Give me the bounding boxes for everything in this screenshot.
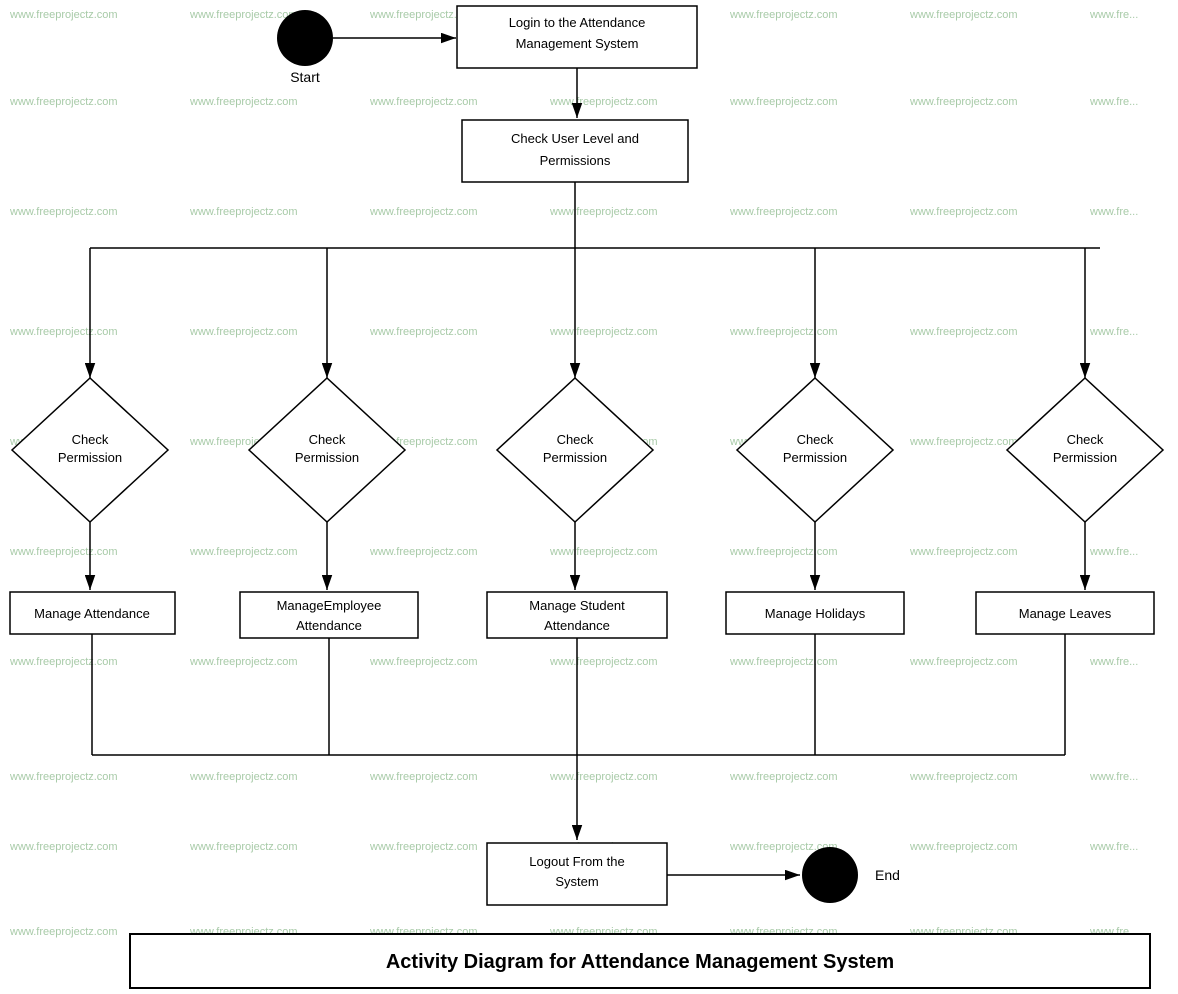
svg-text:www.freeprojectz.com: www.freeprojectz.com xyxy=(909,771,1018,783)
flowchart-svg: www.freeprojectz.com www.freeprojectz.co… xyxy=(0,0,1178,994)
svg-text:www.freeprojectz.com: www.freeprojectz.com xyxy=(909,326,1018,338)
svg-text:www.freeprojectz.com: www.freeprojectz.com xyxy=(909,9,1018,21)
check-user-level-text2: Permissions xyxy=(540,153,611,168)
svg-text:www.freeprojectz.com: www.freeprojectz.com xyxy=(729,771,838,783)
svg-text:www.freeprojectz.com: www.freeprojectz.com xyxy=(9,9,118,21)
diamond5-text2: Permission xyxy=(1053,450,1117,465)
diamond1-text1: Check xyxy=(72,432,109,447)
end-circle xyxy=(802,847,858,903)
svg-text:www.freeprojectz.com: www.freeprojectz.com xyxy=(189,9,298,21)
diamond2-text2: Permission xyxy=(295,450,359,465)
svg-text:www.freeprojectz.com: www.freeprojectz.com xyxy=(9,841,118,853)
svg-text:www.freeprojectz.com: www.freeprojectz.com xyxy=(549,656,658,668)
svg-text:www.freeprojectz.com: www.freeprojectz.com xyxy=(549,326,658,338)
login-box-text: Login to the Attendance xyxy=(509,15,646,30)
manage-employee-text1: ManageEmployee xyxy=(277,598,382,613)
svg-text:www.freeprojectz.com: www.freeprojectz.com xyxy=(369,841,478,853)
svg-text:www.freeprojectz.com: www.freeprojectz.com xyxy=(549,206,658,218)
start-label: Start xyxy=(290,69,320,85)
svg-text:www.freeprojectz.com: www.freeprojectz.com xyxy=(729,326,838,338)
svg-text:www.freeprojectz.com: www.freeprojectz.com xyxy=(909,96,1018,108)
start-circle xyxy=(277,10,333,66)
svg-text:www.freeprojectz.com: www.freeprojectz.com xyxy=(369,96,478,108)
diamond3-text1: Check xyxy=(557,432,594,447)
svg-text:www.freeprojectz.com: www.freeprojectz.com xyxy=(369,546,478,558)
svg-text:www.freeprojectz.com: www.freeprojectz.com xyxy=(189,656,298,668)
svg-text:www.freeprojectz.com: www.freeprojectz.com xyxy=(369,206,478,218)
svg-text:www.fre...: www.fre... xyxy=(1089,206,1138,218)
svg-text:www.freeprojectz.com: www.freeprojectz.com xyxy=(9,771,118,783)
manage-student-text1: Manage Student xyxy=(529,598,625,613)
svg-text:www.freeprojectz.com: www.freeprojectz.com xyxy=(9,96,118,108)
svg-text:www.freeprojectz.com: www.freeprojectz.com xyxy=(189,771,298,783)
check-user-level-box xyxy=(462,120,688,182)
svg-text:www.freeprojectz.com: www.freeprojectz.com xyxy=(909,546,1018,558)
svg-text:www.freeprojectz.com: www.freeprojectz.com xyxy=(9,546,118,558)
logout-text1: Logout From the xyxy=(529,854,624,869)
caption-text: Activity Diagram for Attendance Manageme… xyxy=(386,951,894,973)
manage-leaves-text: Manage Leaves xyxy=(1019,606,1112,621)
svg-text:www.freeprojectz.com: www.freeprojectz.com xyxy=(909,841,1018,853)
diamond4-text2: Permission xyxy=(783,450,847,465)
svg-text:www.freeprojectz.com: www.freeprojectz.com xyxy=(369,771,478,783)
check-user-level-text1: Check User Level and xyxy=(511,131,639,146)
svg-text:www.freeprojectz.com: www.freeprojectz.com xyxy=(909,656,1018,668)
svg-text:www.freeprojectz.com: www.freeprojectz.com xyxy=(729,546,838,558)
diamond5-text1: Check xyxy=(1067,432,1104,447)
svg-text:www.freeprojectz.com: www.freeprojectz.com xyxy=(189,96,298,108)
svg-text:www.freeprojectz.com: www.freeprojectz.com xyxy=(549,771,658,783)
svg-text:www.fre...: www.fre... xyxy=(1089,9,1138,21)
svg-text:www.freeprojectz.com: www.freeprojectz.com xyxy=(909,206,1018,218)
svg-text:www.fre...: www.fre... xyxy=(1089,546,1138,558)
svg-text:www.freeprojectz.com: www.freeprojectz.com xyxy=(9,206,118,218)
svg-text:www.freeprojectz.com: www.freeprojectz.com xyxy=(189,206,298,218)
manage-employee-text2: Attendance xyxy=(296,618,362,633)
svg-text:www.freeprojectz.com: www.freeprojectz.com xyxy=(9,926,118,938)
svg-text:www.freeprojectz.com: www.freeprojectz.com xyxy=(9,656,118,668)
svg-text:www.fre...: www.fre... xyxy=(1089,326,1138,338)
svg-text:www.freeprojectz.com: www.freeprojectz.com xyxy=(549,546,658,558)
svg-text:www.freeprojectz.com: www.freeprojectz.com xyxy=(369,326,478,338)
diamond1-text2: Permission xyxy=(58,450,122,465)
svg-text:www.fre...: www.fre... xyxy=(1089,841,1138,853)
manage-student-text2: Attendance xyxy=(544,618,610,633)
svg-text:www.freeprojectz.com: www.freeprojectz.com xyxy=(729,656,838,668)
manage-attendance-text: Manage Attendance xyxy=(34,606,150,621)
end-label: End xyxy=(875,867,900,883)
svg-text:www.fre...: www.fre... xyxy=(1089,771,1138,783)
svg-text:www.freeprojectz.com: www.freeprojectz.com xyxy=(369,656,478,668)
svg-text:www.fre...: www.fre... xyxy=(1089,656,1138,668)
svg-text:www.freeprojectz.com: www.freeprojectz.com xyxy=(189,546,298,558)
svg-text:www.freeprojectz.com: www.freeprojectz.com xyxy=(549,96,658,108)
diamond2-text1: Check xyxy=(309,432,346,447)
svg-text:www.freeprojectz.com: www.freeprojectz.com xyxy=(189,326,298,338)
diamond4-text1: Check xyxy=(797,432,834,447)
svg-text:www.freeprojectz.com: www.freeprojectz.com xyxy=(909,436,1018,448)
svg-text:www.freeprojectz.com: www.freeprojectz.com xyxy=(729,206,838,218)
logout-text2: System xyxy=(555,874,598,889)
diagram-container: www.freeprojectz.com www.freeprojectz.co… xyxy=(0,0,1178,994)
svg-text:www.freeprojectz.com: www.freeprojectz.com xyxy=(729,96,838,108)
svg-text:www.fre...: www.fre... xyxy=(1089,96,1138,108)
svg-text:www.freeprojectz.com: www.freeprojectz.com xyxy=(189,841,298,853)
manage-holidays-text: Manage Holidays xyxy=(765,606,866,621)
login-box-text2: Management System xyxy=(516,36,639,51)
svg-text:www.freeprojectz.com: www.freeprojectz.com xyxy=(729,9,838,21)
diamond3-text2: Permission xyxy=(543,450,607,465)
svg-text:www.freeprojectz.com: www.freeprojectz.com xyxy=(9,326,118,338)
